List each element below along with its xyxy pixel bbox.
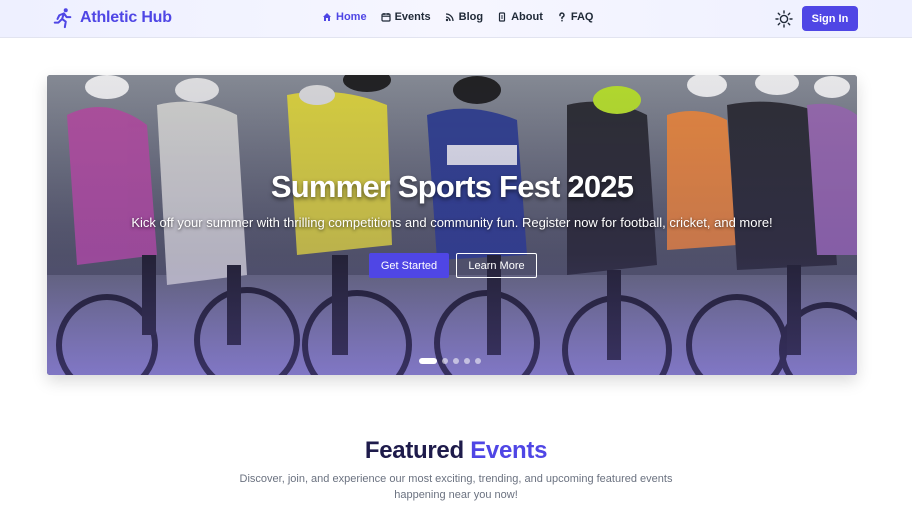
- info-icon: [498, 12, 506, 22]
- nav-item-label: FAQ: [570, 11, 594, 23]
- question-icon: [559, 12, 565, 22]
- featured-heading-accent: Events: [470, 437, 548, 464]
- hero-title: Summer Sports Fest 2025: [270, 169, 634, 204]
- main-nav: Home Events Blog About FAQ: [322, 11, 593, 23]
- nav-item-label: Home: [336, 11, 367, 23]
- get-started-button[interactable]: Get Started: [369, 253, 449, 278]
- rss-icon: [445, 13, 454, 22]
- nav-item-label: About: [511, 11, 543, 23]
- sign-in-button[interactable]: Sign In: [802, 6, 858, 31]
- nav-item-faq[interactable]: FAQ: [557, 11, 594, 23]
- nav-item-label: Events: [394, 11, 431, 23]
- hero-subtitle: Kick off your summer with thrilling comp…: [131, 215, 773, 230]
- brand-name: Athletic Hub: [80, 9, 172, 26]
- running-person-icon: [53, 8, 72, 29]
- nav-item-about[interactable]: About: [497, 11, 543, 23]
- carousel-dot[interactable]: [475, 358, 481, 364]
- carousel-dot[interactable]: [419, 358, 437, 364]
- carousel-dot[interactable]: [464, 358, 470, 364]
- carousel-dot[interactable]: [442, 358, 448, 364]
- home-icon: [323, 13, 331, 21]
- calendar-icon: [380, 13, 391, 22]
- carousel-indicators: [419, 358, 481, 364]
- navbar: Athletic Hub Home Events Blog About FAQ …: [0, 0, 912, 38]
- featured-heading: Featured Events: [0, 437, 912, 465]
- nav-item-label: Blog: [458, 11, 484, 23]
- featured-description: Discover, join, and experience our most …: [239, 473, 673, 501]
- hero-carousel: Summer Sports Fest 2025 Kick off your su…: [47, 75, 857, 375]
- brand-logo[interactable]: Athletic Hub: [52, 7, 172, 29]
- nav-item-home[interactable]: Home: [322, 11, 367, 23]
- sun-icon: [775, 10, 793, 28]
- carousel-dot[interactable]: [453, 358, 459, 364]
- nav-item-events[interactable]: Events: [380, 11, 431, 23]
- featured-heading-main: Featured: [364, 437, 464, 464]
- learn-more-button[interactable]: Learn More: [456, 253, 537, 278]
- theme-toggle-button[interactable]: [774, 9, 794, 29]
- nav-item-blog[interactable]: Blog: [445, 11, 483, 23]
